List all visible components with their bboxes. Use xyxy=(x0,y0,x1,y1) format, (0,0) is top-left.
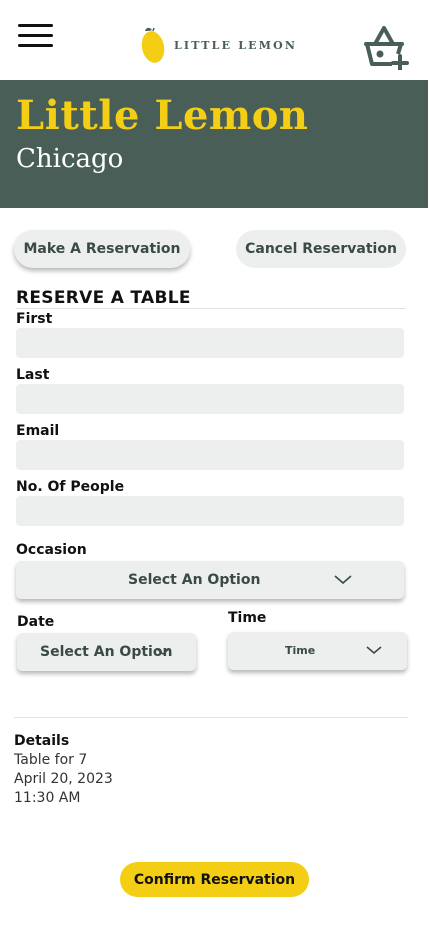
chevron-down-icon xyxy=(334,575,352,585)
first-name-label: First xyxy=(16,311,53,327)
divider xyxy=(16,308,406,309)
occasion-selected-value: Select An Option xyxy=(128,572,261,588)
date-select[interactable]: Select An Option xyxy=(17,633,196,671)
email-label: Email xyxy=(16,423,60,439)
chevron-down-icon xyxy=(366,646,382,655)
chevron-down-icon xyxy=(156,648,170,655)
logo[interactable]: LITTLE LEMON xyxy=(140,24,297,66)
details-table: Table for 7 xyxy=(14,752,88,768)
top-bar: LITTLE LEMON xyxy=(0,0,428,80)
divider xyxy=(14,717,408,718)
email-field[interactable] xyxy=(16,440,404,470)
make-reservation-button[interactable]: Make A Reservation xyxy=(14,230,190,268)
lemon-icon xyxy=(141,27,165,63)
form-title: RESERVE A TABLE xyxy=(16,288,191,308)
occasion-select[interactable]: Select An Option xyxy=(16,561,404,599)
logo-text: LITTLE LEMON xyxy=(174,38,298,52)
first-name-field[interactable] xyxy=(16,328,404,358)
details-time: 11:30 AM xyxy=(14,790,81,806)
time-selected-value: Time xyxy=(285,644,316,657)
details-title: Details xyxy=(14,733,70,749)
date-selected-value: Select An Option xyxy=(40,644,173,660)
people-label: No. Of People xyxy=(16,479,125,495)
occasion-label: Occasion xyxy=(16,542,87,558)
time-label: Time xyxy=(228,610,267,626)
people-field[interactable] xyxy=(16,496,404,526)
details-date: April 20, 2023 xyxy=(14,771,113,787)
cancel-reservation-button[interactable]: Cancel Reservation xyxy=(236,230,406,268)
date-label: Date xyxy=(17,614,55,630)
confirm-reservation-button[interactable]: Confirm Reservation xyxy=(120,862,309,897)
last-name-label: Last xyxy=(16,367,50,383)
time-select[interactable]: Time xyxy=(228,632,407,670)
basket-add-icon[interactable] xyxy=(362,24,412,70)
hero-banner: Little Lemon Chicago xyxy=(0,80,428,208)
hamburger-icon[interactable] xyxy=(18,24,53,48)
hero-subtitle: Chicago xyxy=(16,144,124,174)
hero-title: Little Lemon xyxy=(16,92,309,139)
last-name-field[interactable] xyxy=(16,384,404,414)
